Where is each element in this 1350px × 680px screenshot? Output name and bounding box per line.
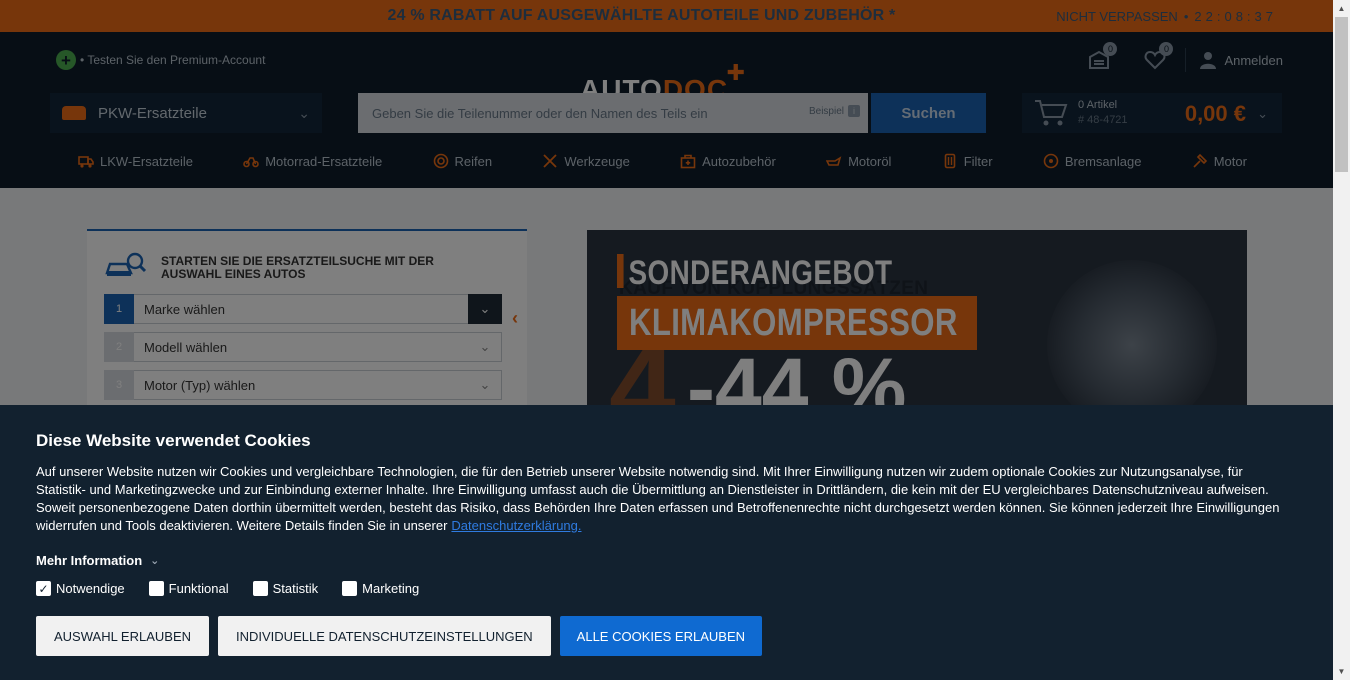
cookie-banner: Diese Website verwendet Cookies Auf unse… (0, 405, 1333, 680)
allow-selection-button[interactable]: AUSWAHL ERLAUBEN (36, 616, 210, 656)
checkbox-necessary[interactable]: ✓ Notwendige (36, 581, 125, 596)
scrollbar-thumb[interactable] (1335, 17, 1348, 172)
checkbox-label: Statistik (272, 581, 319, 596)
checkbox-box (342, 581, 358, 596)
cookie-categories: ✓ Notwendige Funktional Statistik Market… (36, 581, 1297, 596)
cookie-actions: AUSWAHL ERLAUBEN INDIVIDUELLE DATENSCHUT… (36, 616, 771, 656)
checkbox-label: Marketing (362, 581, 420, 596)
more-info-toggle[interactable]: Mehr Information ⌄ (36, 553, 1297, 568)
privacy-link[interactable]: Datenschutzerklärung. (451, 518, 581, 533)
check-icon: ✓ (36, 581, 51, 596)
allow-all-button[interactable]: ALLE COOKIES ERLAUBEN (559, 616, 763, 656)
cookie-title: Diese Website verwendet Cookies (36, 431, 311, 450)
cookie-text: Auf unserer Website nutzen wir Cookies u… (36, 463, 1296, 535)
checkbox-label: Notwendige (56, 581, 125, 596)
scroll-up-icon[interactable]: ▲ (1333, 0, 1350, 17)
checkbox-box (252, 581, 268, 596)
checkbox-functional[interactable]: Funktional (148, 581, 229, 596)
checkbox-box (148, 581, 164, 596)
cookie-body: Auf unserer Website nutzen wir Cookies u… (36, 464, 1280, 533)
checkbox-statistics[interactable]: Statistik (252, 581, 319, 596)
more-info-label: Mehr Information (36, 553, 143, 568)
chevron-down-icon: ⌄ (150, 555, 160, 567)
individual-settings-button[interactable]: INDIVIDUELLE DATENSCHUTZEINSTELLUNGEN (218, 616, 551, 656)
scroll-down-icon[interactable]: ▼ (1333, 663, 1350, 680)
page-scrollbar[interactable]: ▲ ▼ (1333, 0, 1350, 680)
checkbox-marketing[interactable]: Marketing (342, 581, 419, 596)
checkbox-label: Funktional (168, 581, 229, 596)
